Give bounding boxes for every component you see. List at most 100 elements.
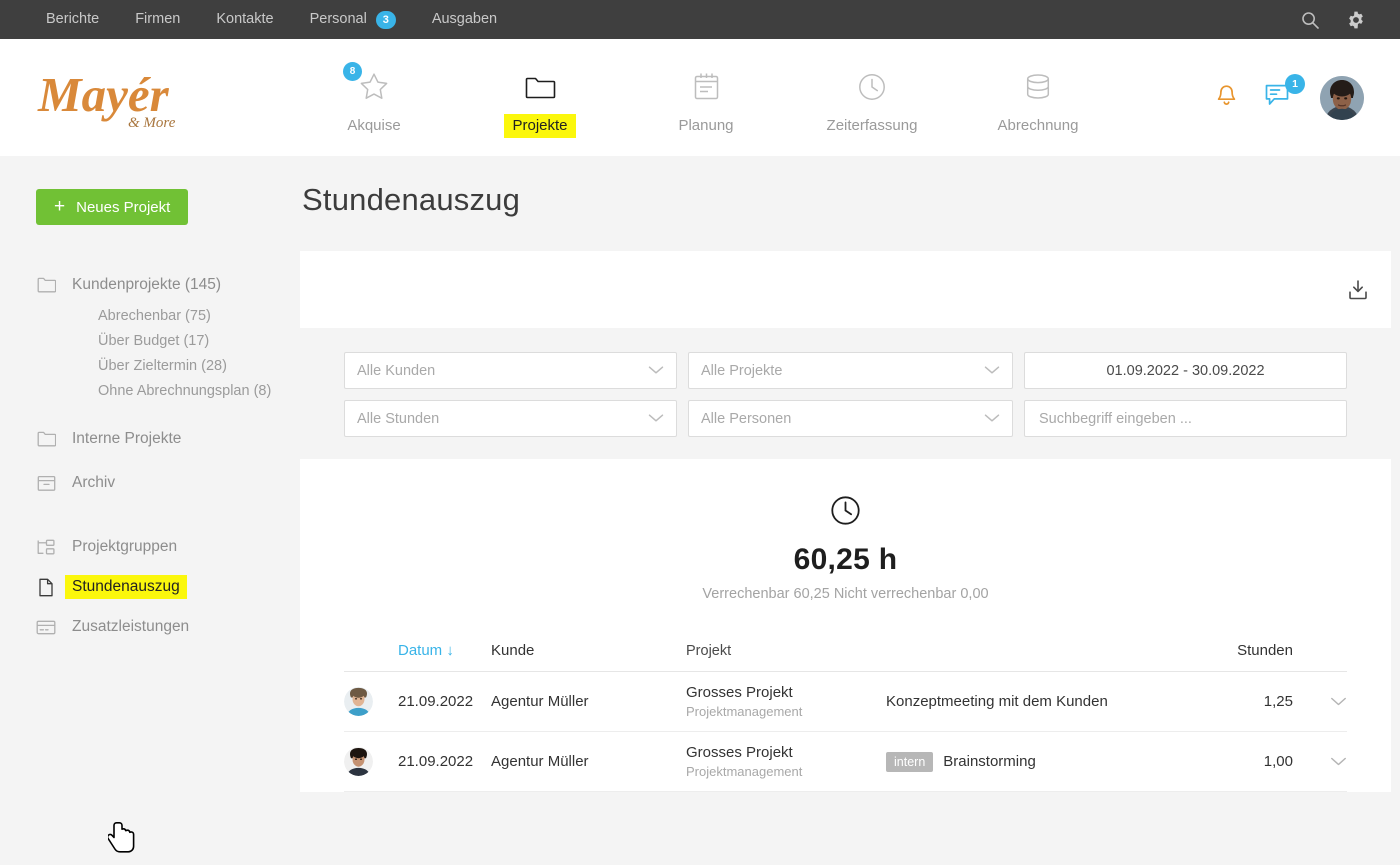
- row-projekt-name: Grosses Projekt: [686, 684, 793, 701]
- clock-icon: [300, 495, 1391, 531]
- header-stunden[interactable]: Stunden: [1215, 642, 1293, 659]
- row-projekt-name: Grosses Projekt: [686, 744, 793, 761]
- mouse-cursor-pointer: [106, 820, 140, 865]
- chat-icon[interactable]: 1: [1265, 73, 1305, 113]
- nav-item-abrechnung[interactable]: Abrechnung: [977, 58, 1099, 138]
- header-projekt[interactable]: Projekt: [686, 643, 886, 659]
- row-beschreibung: intern Brainstorming: [886, 751, 1215, 772]
- nav-item-zeiterfassung[interactable]: Zeiterfassung: [811, 58, 933, 138]
- sidebar-item-zusatzleistungen[interactable]: Zusatzleistungen: [36, 609, 300, 645]
- sidebar-item-label: Zusatzleistungen: [72, 618, 190, 635]
- page-body: + Neues Projekt Kundenprojekte (145) Abr…: [0, 156, 1400, 853]
- archive-icon: [36, 475, 56, 492]
- summary-block: 60,25 h Verrechenbar 60,25 Nicht verrech…: [300, 459, 1391, 602]
- plus-icon: +: [54, 195, 66, 217]
- filter-date-range[interactable]: 01.09.2022 - 30.09.2022: [1024, 352, 1347, 389]
- table-header-row: Datum ↓ Kunde Projekt Stunden: [344, 642, 1347, 672]
- filter-bar: Alle Kunden Alle Projekte 01.09.2022 - 3…: [300, 328, 1391, 459]
- chevron-down-icon: [648, 411, 664, 427]
- avatar: [344, 747, 373, 776]
- filter-stunden[interactable]: Alle Stunden: [344, 400, 677, 437]
- gear-icon[interactable]: [1346, 10, 1366, 30]
- sidebar-subitem-abrechenbar[interactable]: Abrechenbar (75): [36, 303, 300, 328]
- filter-personen-value: Alle Personen: [701, 410, 792, 427]
- chat-badge: 1: [1285, 73, 1305, 94]
- row-expand-button[interactable]: [1293, 756, 1347, 767]
- sidebar-subitem-ueber-zieltermin[interactable]: Über Zieltermin (28): [36, 353, 300, 378]
- nav-label-akquise: Akquise: [347, 116, 401, 134]
- sidebar-item-projektgruppen[interactable]: Projektgruppen: [36, 529, 300, 565]
- sidebar-item-stundenauszug[interactable]: Stundenauszug: [36, 569, 300, 605]
- table-row[interactable]: 21.09.2022 Agentur Müller Grosses Projek…: [344, 732, 1347, 792]
- sidebar: + Neues Projekt Kundenprojekte (145) Abr…: [0, 156, 300, 853]
- table-row[interactable]: 21.09.2022 Agentur Müller Grosses Projek…: [344, 672, 1347, 732]
- search-icon[interactable]: [1300, 10, 1320, 30]
- sidebar-subitem-label: Abrechenbar (75): [98, 307, 211, 324]
- nav-item-akquise[interactable]: 8 Akquise: [313, 58, 435, 138]
- nav-label-zeiterfassung: Zeiterfassung: [826, 116, 918, 134]
- avatar[interactable]: [1320, 75, 1364, 120]
- card-icon: [36, 620, 56, 635]
- topnav-item-kontakte[interactable]: Kontakte: [198, 0, 291, 39]
- filter-projekte[interactable]: Alle Projekte: [688, 352, 1013, 389]
- topnav-label: Ausgaben: [431, 11, 498, 27]
- topnav-item-ausgaben[interactable]: Ausgaben: [414, 0, 515, 39]
- row-projekt: Grosses Projekt Projektmanagement: [686, 744, 886, 779]
- clock-icon: [857, 66, 887, 108]
- row-beschreibung: Konzeptmeeting mit dem Kunden: [886, 693, 1215, 710]
- sidebar-nav: Kundenprojekte (145) Abrechenbar (75) Üb…: [36, 267, 300, 645]
- header-kunde[interactable]: Kunde: [491, 642, 686, 659]
- content-card: Alle Kunden Alle Projekte 01.09.2022 - 3…: [300, 251, 1391, 792]
- svg-text:Mayér: Mayér: [37, 67, 170, 122]
- topnav-label: Personal: [309, 11, 367, 27]
- header-stunden-label: Stunden: [1237, 642, 1293, 659]
- top-bar-actions: [1300, 10, 1380, 30]
- sidebar-subitem-label: Über Budget (17): [98, 332, 210, 349]
- header-datum[interactable]: Datum ↓: [398, 642, 491, 659]
- page-title: Stundenauszug: [302, 182, 521, 217]
- row-avatar: [344, 687, 398, 716]
- document-icon: [36, 578, 56, 597]
- sidebar-subitem-label: Ohne Abrechnungsplan (8): [98, 382, 272, 399]
- sidebar-item-label: Stundenauszug: [65, 575, 187, 599]
- download-icon[interactable]: [1347, 279, 1369, 301]
- row-beschreibung-text: Konzeptmeeting mit dem Kunden: [886, 693, 1108, 710]
- sidebar-item-interne-projekte[interactable]: Interne Projekte: [36, 421, 300, 457]
- sidebar-item-archiv[interactable]: Archiv: [36, 465, 300, 501]
- app-header: Mayér & More 8 Akquise Projekte Planung …: [0, 39, 1400, 156]
- sidebar-item-label: Interne Projekte: [72, 430, 182, 447]
- chevron-down-icon: [1331, 697, 1346, 706]
- row-avatar: [344, 747, 398, 776]
- search-input[interactable]: [1037, 409, 1334, 428]
- svg-text:& More: & More: [128, 115, 176, 131]
- sidebar-subitem-ohne-abrechnungsplan[interactable]: Ohne Abrechnungsplan (8): [36, 378, 300, 403]
- nav-item-projekte[interactable]: Projekte: [479, 58, 601, 138]
- search-field[interactable]: [1024, 400, 1347, 437]
- folder-icon: [36, 431, 56, 447]
- topnav-item-firmen[interactable]: Firmen: [117, 0, 198, 39]
- sidebar-item-kundenprojekte[interactable]: Kundenprojekte (145): [36, 267, 300, 303]
- topnav-label: Kontakte: [216, 11, 274, 27]
- project-groups-icon: [36, 539, 56, 556]
- row-projekt-sub: Projektmanagement: [686, 764, 803, 779]
- topnav-item-berichte[interactable]: Berichte: [28, 0, 117, 39]
- row-tag-intern: intern: [886, 751, 934, 772]
- logo[interactable]: Mayér & More: [36, 61, 216, 135]
- sidebar-item-label: Archiv: [72, 474, 116, 491]
- filter-projekte-value: Alle Projekte: [701, 362, 783, 379]
- sidebar-subitem-label: Über Zieltermin (28): [98, 357, 227, 374]
- new-project-button[interactable]: + Neues Projekt: [36, 189, 189, 225]
- topnav-item-personal[interactable]: Personal 3: [292, 0, 414, 39]
- header-projekt-label: Projekt: [686, 642, 732, 659]
- bell-icon[interactable]: [1216, 84, 1237, 112]
- sidebar-subitem-ueber-budget[interactable]: Über Budget (17): [36, 328, 300, 353]
- filter-personen[interactable]: Alle Personen: [688, 400, 1013, 437]
- row-kunde: Agentur Müller: [491, 753, 589, 770]
- filter-kunden[interactable]: Alle Kunden: [344, 352, 677, 389]
- chevron-down-icon: [984, 411, 1000, 427]
- new-project-label: Neues Projekt: [76, 198, 171, 216]
- header-datum-label: Datum: [398, 642, 443, 659]
- row-expand-button[interactable]: [1293, 696, 1347, 707]
- nav-item-planung[interactable]: Planung: [645, 58, 767, 138]
